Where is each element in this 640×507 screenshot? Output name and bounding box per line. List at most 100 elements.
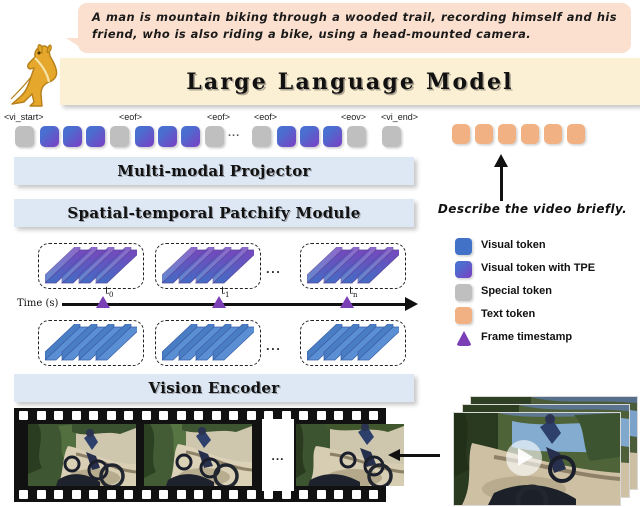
timeline-axis-line (62, 303, 407, 306)
token-label: <vi_start> (4, 112, 44, 122)
film-perforation (176, 490, 186, 499)
film-perforation (106, 490, 116, 499)
text-token-square (544, 124, 562, 144)
frame-timestamp-label: tn (349, 286, 358, 299)
film-perforations-bottom (14, 490, 386, 499)
patch-group (38, 241, 144, 289)
patch-group (38, 318, 144, 366)
visual-token-square (40, 126, 59, 147)
film-perforation (229, 490, 238, 499)
film-perforation (89, 490, 98, 499)
special-token-square (15, 126, 34, 147)
film-perforation (246, 490, 256, 499)
film-perforation (19, 490, 28, 499)
legend-label: Frame timestamp (481, 331, 573, 343)
text-token-square (498, 124, 516, 144)
visual-token-square (277, 126, 296, 147)
patch-row-ellipsis: ... (266, 261, 282, 276)
token-ellipsis: ... (228, 127, 241, 139)
patch-group (300, 318, 406, 366)
legend-label: Text token (481, 308, 536, 320)
film-perforation (141, 490, 151, 499)
frame-timestamp-label: t1 (221, 286, 230, 299)
caption-speech-bubble: A man is mountain biking through a woode… (78, 3, 631, 53)
visual-token-square (158, 126, 177, 147)
patch-slabs (306, 241, 405, 285)
special-token-square (347, 126, 366, 147)
legend-label: Special token (481, 285, 552, 297)
film-perforations-top (14, 411, 386, 420)
prompt-arrow-head (494, 154, 508, 167)
film-perforation (71, 411, 81, 420)
special-token-square (252, 126, 271, 147)
film-ellipsis: ... (271, 449, 285, 463)
film-perforation (71, 490, 81, 499)
timeline-axis-label: Time (s) (17, 298, 59, 309)
film-perforation (316, 411, 326, 420)
film-perforation (19, 411, 28, 420)
patch-slabs (44, 241, 143, 285)
special-token-square (205, 126, 224, 147)
legend-label: Visual token (481, 239, 546, 251)
visual-token-square (86, 126, 105, 147)
film-perforation (229, 411, 238, 420)
patch-slabs (44, 318, 143, 362)
module-multimodal-projector: Multi-modal Projector (14, 157, 414, 185)
film-perforation (369, 490, 378, 499)
film-perforation (316, 490, 326, 499)
film-perforation (194, 490, 203, 499)
film-perforation (299, 411, 308, 420)
visual-token-square (135, 126, 154, 147)
film-perforation (36, 411, 46, 420)
caption-text: A man is mountain biking through a woode… (92, 10, 617, 41)
visual-token-square (300, 126, 319, 147)
module-projector-label: Multi-modal Projector (117, 162, 311, 180)
film-perforation (194, 411, 203, 420)
module-vision-encoder-label: Vision Encoder (148, 379, 280, 397)
prompt-text: Describe the video briefly. (437, 202, 628, 216)
text-token-square (475, 124, 493, 144)
film-perforation (89, 411, 98, 420)
film-perforation (141, 411, 151, 420)
text-token-square (452, 124, 470, 144)
special-token-square (110, 126, 129, 147)
module-spatial-temporal-patchify: Spatial-temporal Patchify Module (14, 199, 414, 227)
prompt-arrow-shaft (500, 165, 503, 201)
film-frame (144, 424, 252, 486)
film-perforation (264, 490, 273, 499)
frame-timestamp-label: t0 (105, 286, 114, 299)
film-perforation (351, 411, 361, 420)
token-label: <eof> (254, 112, 278, 122)
patch-slabs (306, 318, 405, 362)
text-token-square (521, 124, 539, 144)
special-token-square (382, 126, 401, 147)
film-perforation (159, 411, 168, 420)
token-label: <eov> (341, 112, 367, 122)
film-perforation (351, 490, 361, 499)
film-perforation (124, 411, 133, 420)
film-perforation (334, 490, 343, 499)
llm-title: Large Language Model (186, 69, 514, 95)
film-perforation (334, 411, 343, 420)
square-icon (455, 284, 472, 301)
visual-token-square (63, 126, 82, 147)
large-language-model-banner: Large Language Model (60, 58, 640, 105)
text-token-square (567, 124, 585, 144)
film-perforation (246, 411, 256, 420)
film-perforation (299, 490, 308, 499)
patch-row-ellipsis: ... (266, 338, 282, 353)
film-perforation (54, 490, 63, 499)
patch-group (155, 318, 261, 366)
patch-slabs (161, 241, 260, 285)
module-patchify-label: Spatial-temporal Patchify Module (67, 204, 361, 222)
film-perforation (159, 490, 168, 499)
token-label: <vi_end> (381, 112, 419, 122)
play-icon[interactable] (518, 448, 533, 466)
patch-group (300, 241, 406, 289)
video-to-filmstrip-arrow-shaft (398, 454, 440, 457)
square-icon (455, 307, 472, 324)
film-perforation (211, 490, 221, 499)
square-icon (455, 261, 472, 278)
film-perforation (106, 411, 116, 420)
visual-token-square (323, 126, 342, 147)
